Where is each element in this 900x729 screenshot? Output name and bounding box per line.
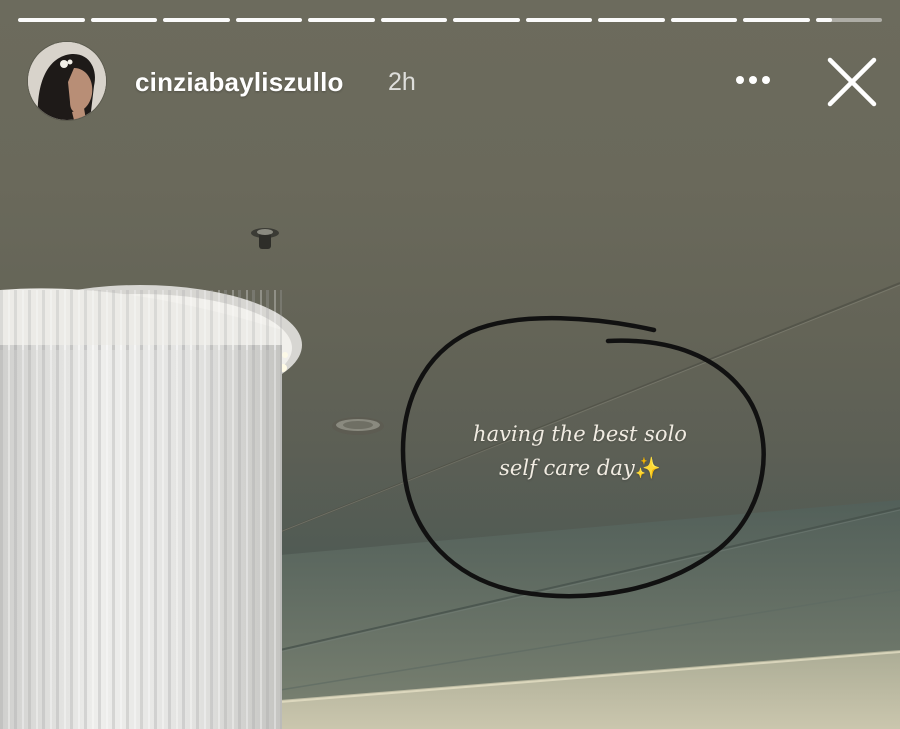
more-options-icon — [736, 76, 770, 84]
progress-fill — [308, 18, 375, 22]
progress-segment — [308, 18, 375, 22]
story-viewer[interactable]: cinziabayliszullo 2h having the best sol… — [0, 0, 900, 729]
progress-segment — [670, 18, 737, 22]
progress-fill — [598, 18, 665, 22]
progress-segment — [453, 18, 520, 22]
progress-fill — [453, 18, 520, 22]
story-progress-bars — [18, 18, 882, 22]
story-header: cinziabayliszullo 2h — [28, 42, 880, 122]
progress-segment — [163, 18, 230, 22]
close-icon — [827, 57, 877, 107]
progress-segment — [743, 18, 810, 22]
story-timestamp: 2h — [388, 68, 416, 96]
progress-segment — [18, 18, 85, 22]
story-username[interactable]: cinziabayliszullo — [135, 67, 344, 98]
progress-fill — [525, 18, 592, 22]
caption-line-2-text: self care day — [499, 456, 635, 480]
progress-segment — [815, 18, 882, 22]
progress-fill — [18, 18, 85, 22]
progress-fill — [90, 18, 157, 22]
progress-segment — [90, 18, 157, 22]
more-options-button[interactable] — [731, 62, 775, 98]
progress-fill — [163, 18, 230, 22]
caption-line-1: having the best solo — [473, 422, 687, 446]
progress-fill — [235, 18, 302, 22]
caption-line-2: self care day✨ — [430, 451, 730, 485]
progress-segment — [525, 18, 592, 22]
progress-fill — [670, 18, 737, 22]
story-caption: having the best solo self care day✨ — [430, 417, 730, 485]
progress-fill — [815, 18, 833, 22]
sparkles-emoji: ✨ — [634, 456, 661, 480]
progress-segment — [235, 18, 302, 22]
progress-segment — [380, 18, 447, 22]
progress-fill — [743, 18, 810, 22]
profile-avatar-icon — [28, 42, 106, 120]
profile-avatar[interactable] — [28, 42, 106, 120]
close-story-button[interactable] — [824, 54, 880, 110]
progress-segment — [598, 18, 665, 22]
progress-fill — [380, 18, 447, 22]
